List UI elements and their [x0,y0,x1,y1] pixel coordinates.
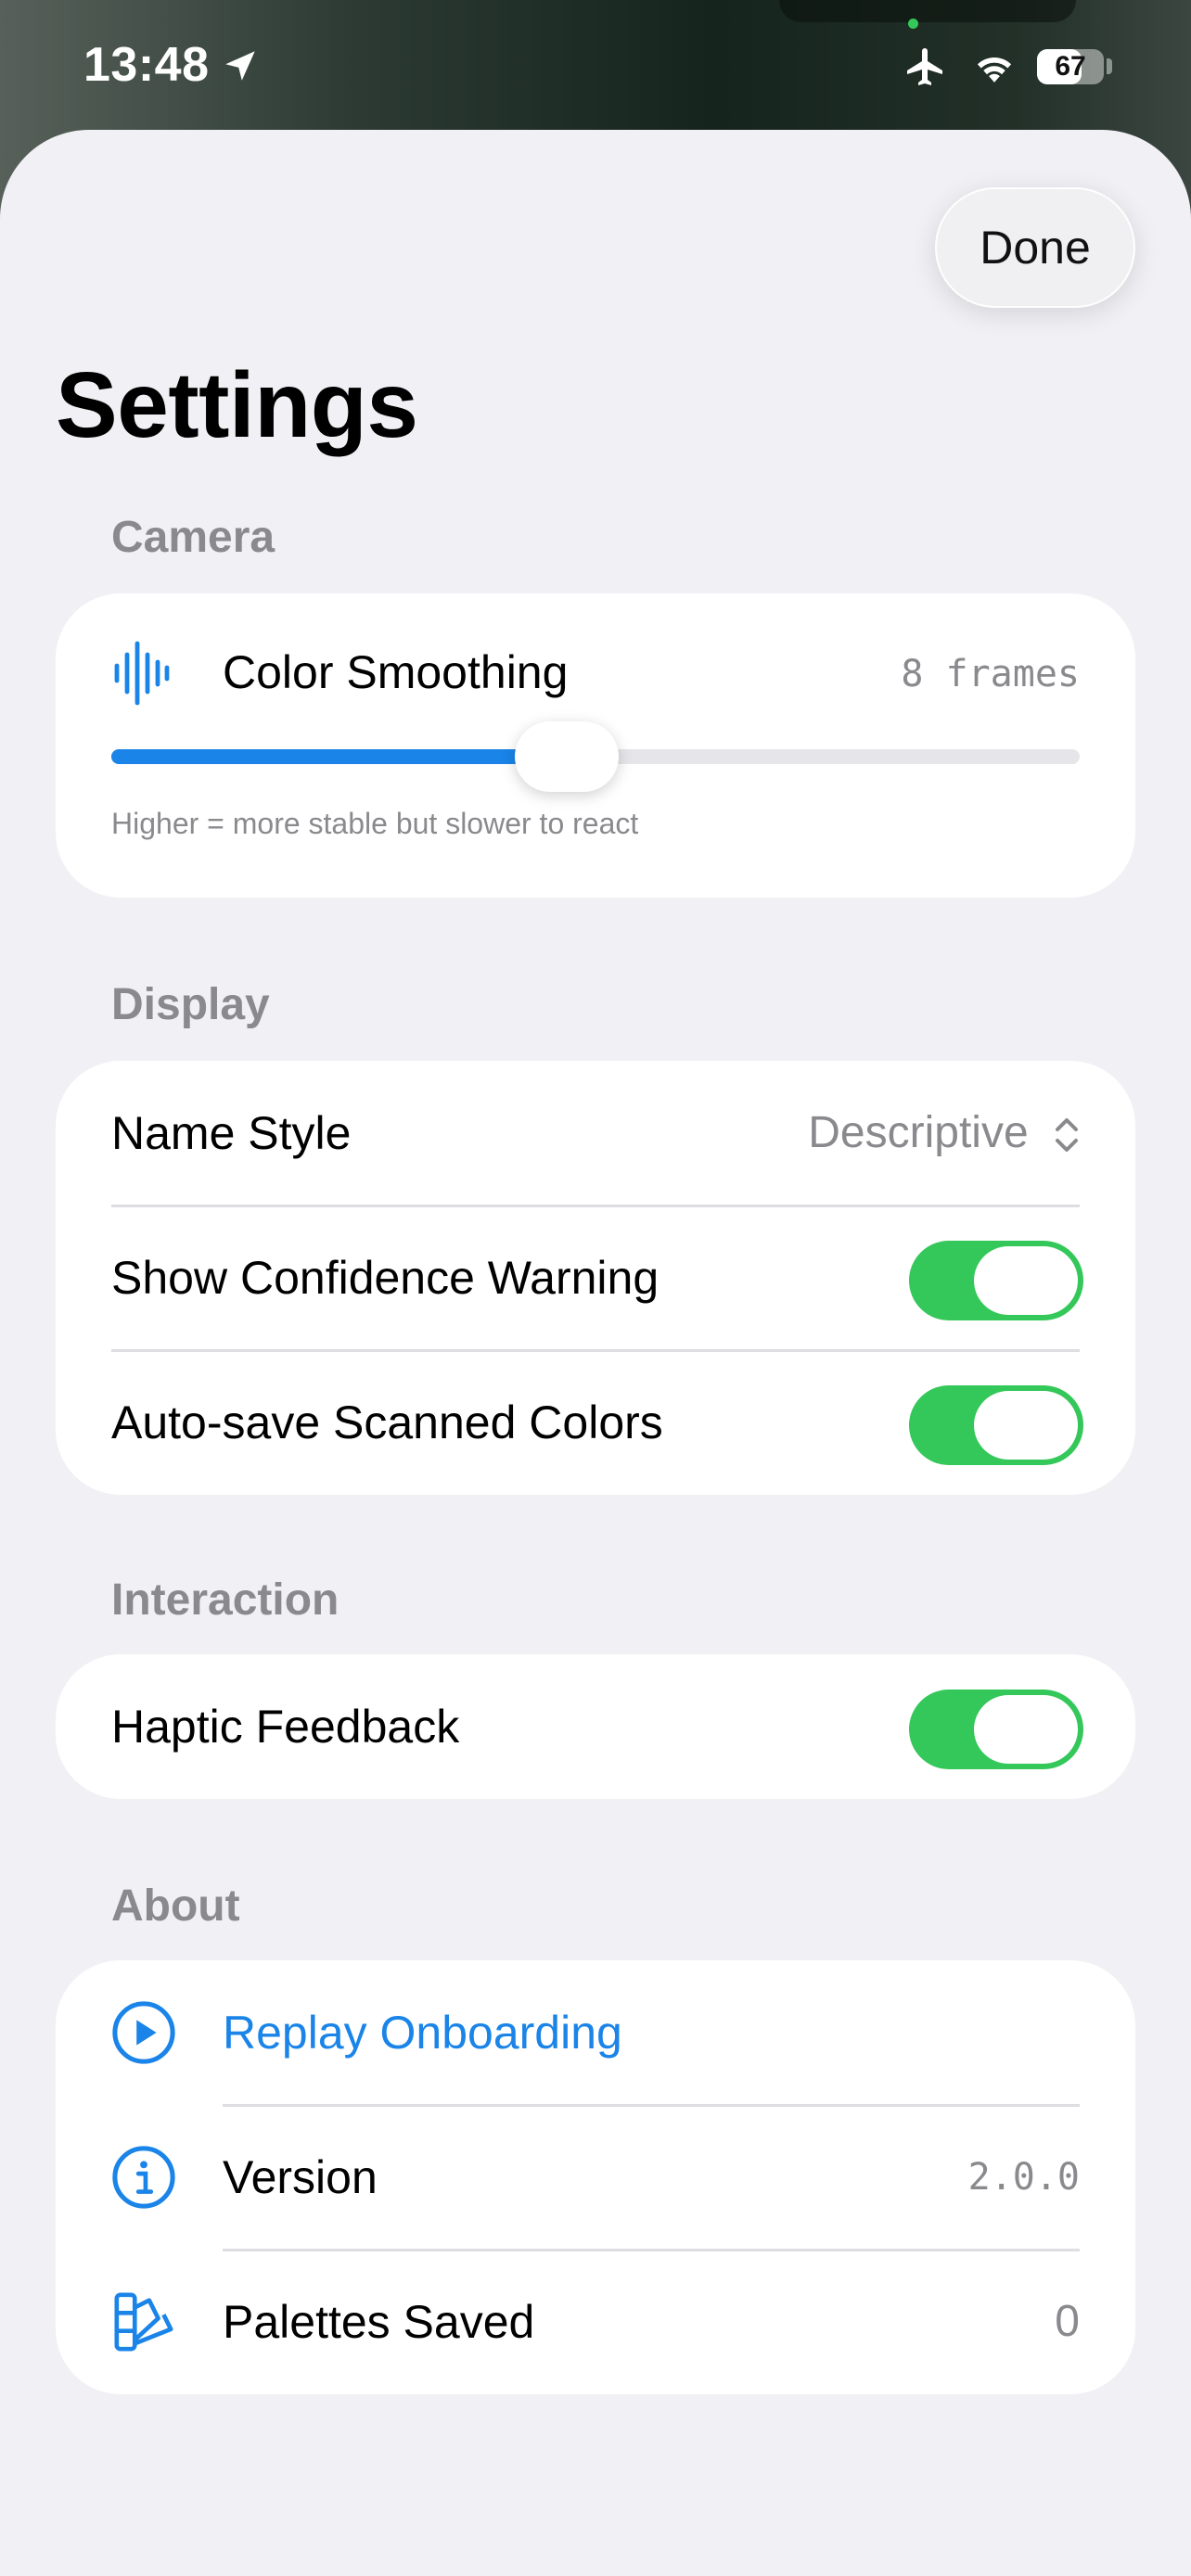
replay-onboarding-label: Replay Onboarding [223,2007,622,2059]
status-time: 13:48 [83,38,210,92]
auto-save-toggle[interactable] [909,1385,1083,1465]
slider-thumb[interactable] [514,721,619,792]
confidence-warning-toggle[interactable] [909,1241,1083,1320]
wifi-icon [977,57,1012,83]
name-style-row[interactable]: Name Style Descriptive [56,1061,1135,1205]
location-arrow-icon [225,51,255,81]
haptic-toggle[interactable] [909,1690,1083,1769]
done-button[interactable]: Done [935,187,1135,308]
toggle-knob [974,1695,1078,1764]
waveform-icon [114,641,170,706]
name-style-picker[interactable]: Descriptive [808,1061,1080,1205]
palettes-saved-value: 0 [1055,2297,1080,2346]
haptic-label: Haptic Feedback [111,1701,460,1753]
section-header-camera: Camera [111,513,275,562]
interaction-card: Haptic Feedback [56,1654,1135,1799]
swatches-icon [114,2292,173,2352]
airplane-icon [907,48,942,85]
color-smoothing-value: 8 frames [901,653,1080,695]
slider-fill [111,749,567,764]
section-header-about: About [111,1881,240,1931]
play-circle-icon [112,2001,175,2064]
version-value: 2.0.0 [967,2156,1080,2199]
color-smoothing-label: Color Smoothing [223,646,569,698]
section-header-display: Display [111,980,270,1029]
auto-save-label: Auto-save Scanned Colors [111,1396,663,1448]
confidence-warning-row: Show Confidence Warning [56,1205,1135,1350]
auto-save-row: Auto-save Scanned Colors [56,1350,1135,1495]
palettes-saved-row: Palettes Saved 0 [56,2250,1135,2394]
replay-onboarding-row[interactable]: Replay Onboarding [56,1960,1135,2105]
battery-percent: 67 [1055,51,1086,82]
color-smoothing-hint: Higher = more stable but slower to react [111,807,639,840]
settings-sheet: Done Settings Camera Color Smoothing 8 f… [0,130,1191,2576]
battery-terminal [1107,58,1112,74]
confidence-warning-label: Show Confidence Warning [111,1252,660,1304]
toggle-knob [974,1246,1078,1315]
page-title: Settings [56,353,418,457]
battery-icon: 67 [1037,49,1104,84]
section-header-interaction: Interaction [111,1575,339,1625]
about-card: Replay Onboarding Version 2.0.0 Palettes… [56,1960,1135,2394]
display-card: Name Style Descriptive Show Confidence W… [56,1061,1135,1495]
palettes-saved-label: Palettes Saved [223,2296,535,2348]
version-row: Version 2.0.0 [56,2105,1135,2250]
info-circle-icon [112,2146,175,2209]
haptic-row: Haptic Feedback [56,1654,1135,1799]
name-style-label: Name Style [111,1107,352,1159]
camera-card: Color Smoothing 8 frames Higher = more s… [56,593,1135,898]
status-bar: 13:48 67 [0,0,1191,130]
chevron-up-down-icon [1056,1118,1078,1153]
toggle-knob [974,1391,1078,1460]
name-style-value: Descriptive [808,1108,1029,1157]
version-label: Version [223,2151,378,2203]
